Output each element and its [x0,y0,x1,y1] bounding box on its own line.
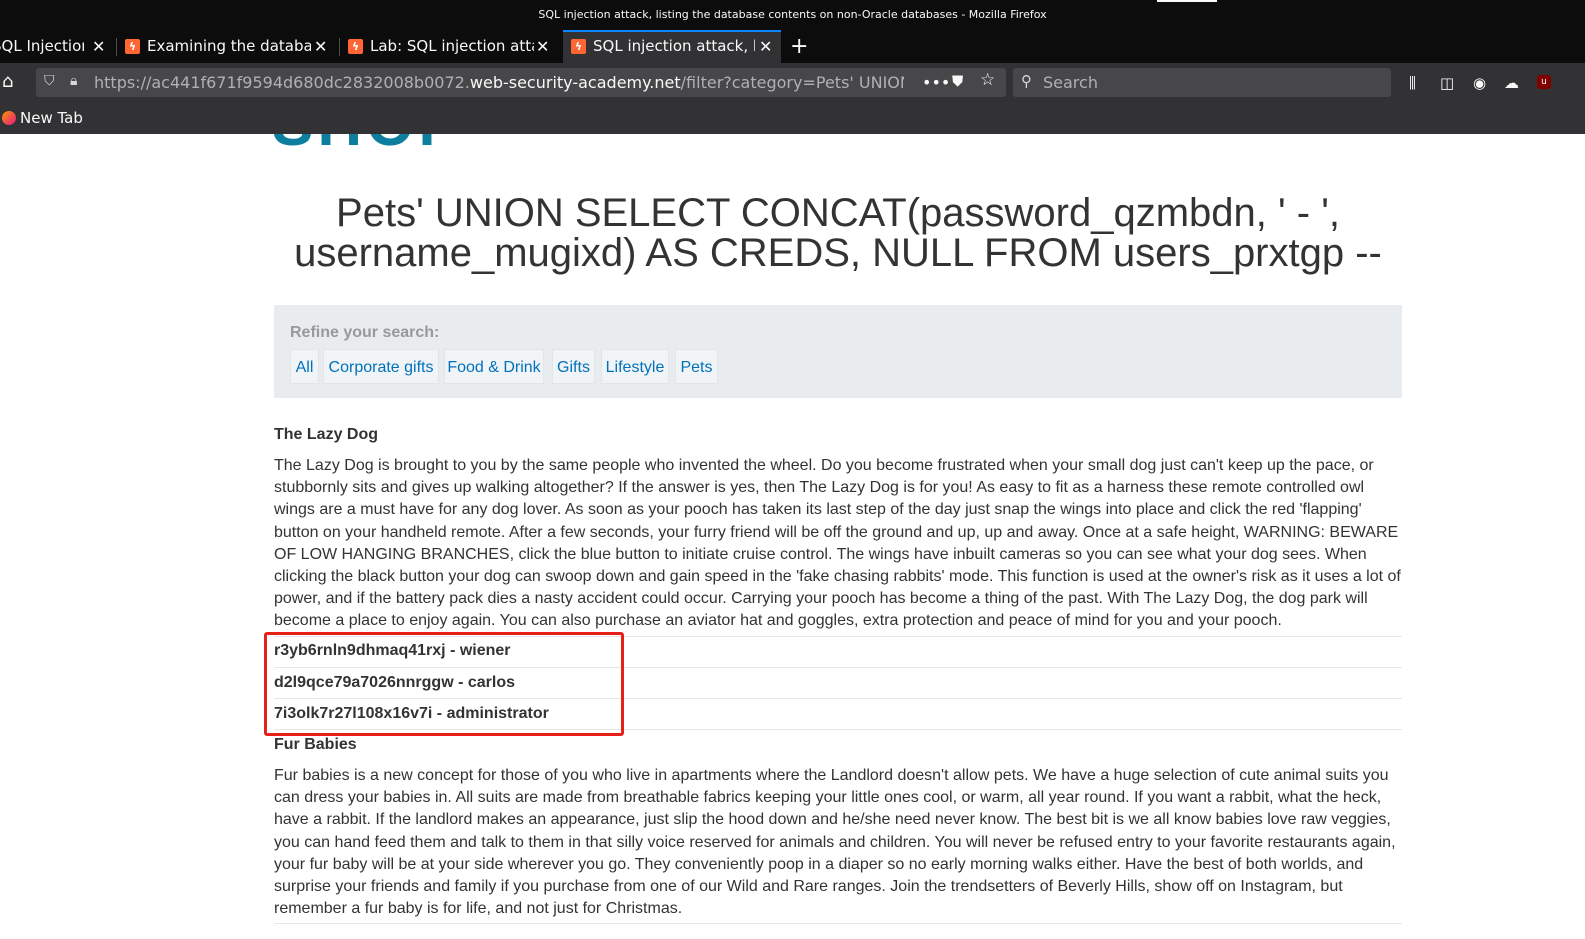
url-bar[interactable]: ⛉ 🔒︎ https://ac441f671f9594d680dc2832008… [36,68,1006,97]
navigation-toolbar: ⌂ ⛉ 🔒︎ https://ac441f671f9594d680dc28320… [0,63,1585,103]
refine-label: Refine your search: [290,324,440,341]
firefox-icon [2,111,16,125]
bookmarks-toolbar: New Tab [0,103,1585,134]
product-title: Fur Babies [274,736,357,753]
home-icon[interactable]: ⌂ [2,71,13,92]
burp-favicon-icon: ϟ [125,39,140,54]
url-prefix: https://ac441f671f9594d680dc2832008b0072… [94,73,470,92]
product-title: The Lazy Dog [274,426,379,443]
close-icon[interactable]: ✕ [92,30,105,63]
filter-panel: Refine your search: All Corporate gifts … [274,305,1402,398]
filter-pets[interactable]: Pets [675,349,718,384]
product-description: Fur babies is a new concept for those of… [274,767,1396,918]
product-description: The Lazy Dog is brought to you by the sa… [274,457,1401,630]
filter-gifts[interactable]: Gifts [552,349,595,384]
account-icon[interactable]: ◉ [1473,74,1486,92]
filter-corporate-gifts[interactable]: Corporate gifts [323,349,439,384]
tab-separator [339,38,340,56]
url-path: /filter?category=Pets' UNION SELECT [680,73,904,92]
close-icon[interactable]: ✕ [536,30,549,63]
new-tab-plus-icon[interactable]: + [790,30,808,63]
window-titlebar: SQL injection attack, listing the databa… [0,0,1585,30]
tab-sql-injection-listing[interactable]: ϟ SQL injection attack, listing ✕ [563,30,781,63]
url-text[interactable]: https://ac441f671f9594d680dc2832008b0072… [94,68,904,97]
url-domain: web-security-academy.net [469,73,681,92]
burp-favicon-icon: ϟ [348,39,363,54]
burp-favicon-icon: ϟ [571,39,586,54]
tab-lab-sql-injection[interactable]: ϟ Lab: SQL injection attack ✕ [345,30,557,63]
titlebar-accent [1157,0,1217,2]
ublock-icon[interactable]: u [1537,75,1551,89]
row-divider [274,923,1402,924]
filter-all[interactable]: All [290,349,319,384]
bookmark-new-tab[interactable]: New Tab [2,103,83,133]
site-logo: SHOP [272,134,464,154]
bookmark-label: New Tab [20,109,83,127]
highlight-box [264,632,624,736]
page-heading: Pets' UNION SELECT CONCAT(password_qzmbd… [294,191,1382,275]
tab-label: Lab: SQL injection attack [370,37,534,55]
tab-label: SQL injection attack, listing [593,37,755,55]
search-placeholder: Search [1043,73,1098,92]
tab-separator [116,38,117,56]
search-bar[interactable]: ⚲ Search [1013,68,1391,97]
sidebar-icon[interactable]: ◫ [1440,74,1454,92]
logo-clip: SHOP [0,134,1585,154]
search-icon: ⚲ [1021,72,1032,90]
tracking-shield-icon[interactable]: ⛉ [44,73,55,89]
tab-label: SQL Injection? [0,37,84,55]
filter-lifestyle[interactable]: Lifestyle [601,349,669,384]
library-icon[interactable]: ⫼ [1409,74,1416,92]
pocket-icon[interactable]: ⛊ [952,72,963,90]
extension-icon[interactable]: ☁ [1504,74,1519,92]
bookmark-star-icon[interactable]: ☆ [980,70,995,90]
window-title: SQL injection attack, listing the databa… [538,8,1047,21]
close-icon[interactable]: ✕ [759,32,772,63]
close-icon[interactable]: ✕ [314,30,327,63]
tab-sql-injection[interactable]: SQL Injection? ✕ [0,30,112,63]
tab-examining-database[interactable]: ϟ Examining the database ✕ [122,30,334,63]
tab-label: Examining the database [147,37,311,55]
page-actions-more-icon[interactable]: ••• [922,68,950,97]
filter-food-drink[interactable]: Food & Drink [444,349,544,384]
lock-icon[interactable]: 🔒︎ [70,73,77,89]
